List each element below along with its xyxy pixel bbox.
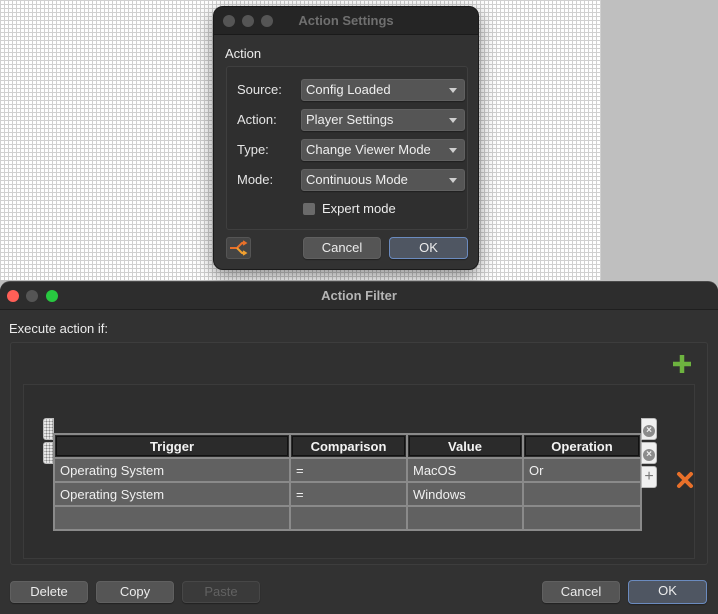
cell-trigger[interactable]	[53, 505, 291, 531]
title-bar: Action Filter	[0, 282, 718, 310]
window-title: Action Settings	[298, 13, 394, 28]
chevron-down-icon	[449, 118, 457, 123]
action-label: Action:	[237, 112, 277, 127]
plus-icon: +	[644, 468, 654, 485]
cell-operation[interactable]	[522, 505, 642, 531]
source-label: Source:	[237, 82, 282, 97]
action-row: Action: Player Settings	[237, 109, 465, 131]
window-title: Action Filter	[321, 288, 397, 303]
chevron-down-icon	[449, 88, 457, 93]
cell-value[interactable]: Windows	[406, 481, 524, 507]
delete-condition-group-icon[interactable]	[676, 471, 694, 489]
ok-button[interactable]: OK	[389, 237, 468, 259]
remove-circle-icon: ×	[643, 425, 655, 437]
column-header-comparison[interactable]: Comparison	[289, 433, 408, 459]
execute-action-if-label: Execute action if:	[9, 321, 108, 336]
mode-select[interactable]: Continuous Mode	[301, 169, 465, 191]
condition-group: Trigger Comparison Value Operation Opera…	[23, 384, 695, 559]
action-settings-window: Action Settings Action Source: Config Lo…	[213, 6, 479, 270]
action-select[interactable]: Player Settings	[301, 109, 465, 131]
copy-button[interactable]: Copy	[96, 581, 174, 603]
branch-filter-icon	[230, 240, 248, 256]
cell-trigger[interactable]: Operating System	[53, 457, 291, 483]
cell-operation[interactable]: Or	[522, 457, 642, 483]
conditions-container: Trigger Comparison Value Operation Opera…	[10, 342, 708, 565]
conditions-table: Trigger Comparison Value Operation Opera…	[53, 433, 642, 531]
cell-comparison[interactable]: =	[289, 457, 408, 483]
add-row-button[interactable]: +	[641, 466, 657, 488]
mode-row: Mode: Continuous Mode	[237, 169, 465, 191]
paste-button[interactable]: Paste	[182, 581, 260, 603]
type-value: Change Viewer Mode	[306, 142, 431, 157]
table-row-empty	[53, 505, 642, 531]
cancel-button[interactable]: Cancel	[303, 237, 381, 259]
source-select[interactable]: Config Loaded	[301, 79, 465, 101]
chevron-down-icon	[449, 148, 457, 153]
cell-value[interactable]	[406, 505, 524, 531]
mode-label: Mode:	[237, 172, 274, 187]
delete-button[interactable]: Delete	[10, 581, 88, 603]
cell-comparison[interactable]: =	[289, 481, 408, 507]
cancel-button[interactable]: Cancel	[542, 581, 620, 603]
column-header-operation[interactable]: Operation	[522, 433, 642, 459]
add-condition-group-icon[interactable]	[673, 355, 691, 373]
cell-comparison[interactable]	[289, 505, 408, 531]
expert-mode-checkbox[interactable]	[303, 203, 315, 215]
cell-trigger[interactable]: Operating System	[53, 481, 291, 507]
mode-value: Continuous Mode	[306, 172, 408, 187]
column-header-value[interactable]: Value	[406, 433, 524, 459]
remove-row-button[interactable]: ×	[641, 442, 657, 464]
chevron-down-icon	[449, 178, 457, 183]
cell-value[interactable]: MacOS	[406, 457, 524, 483]
table-header-row: Trigger Comparison Value Operation	[53, 433, 642, 459]
type-label: Type:	[237, 142, 269, 157]
column-header-trigger[interactable]: Trigger	[53, 433, 291, 459]
filter-button[interactable]	[226, 237, 251, 259]
action-filter-window: Action Filter Execute action if: Trigger…	[0, 281, 718, 614]
type-row: Type: Change Viewer Mode	[237, 139, 465, 161]
remove-circle-icon: ×	[643, 449, 655, 461]
action-groupbox: Source: Config Loaded Action: Player Set…	[226, 66, 468, 230]
source-row: Source: Config Loaded	[237, 79, 465, 101]
source-value: Config Loaded	[306, 82, 391, 97]
type-select[interactable]: Change Viewer Mode	[301, 139, 465, 161]
action-group-label: Action	[225, 46, 262, 61]
table-row: Operating System = Windows	[53, 481, 642, 507]
remove-row-button[interactable]: ×	[641, 418, 657, 440]
cell-operation[interactable]	[522, 481, 642, 507]
ok-button[interactable]: OK	[628, 580, 707, 604]
action-value: Player Settings	[306, 112, 394, 127]
expert-mode-label: Expert mode	[322, 201, 396, 216]
table-row: Operating System = MacOS Or	[53, 457, 642, 483]
title-bar: Action Settings	[214, 7, 478, 35]
